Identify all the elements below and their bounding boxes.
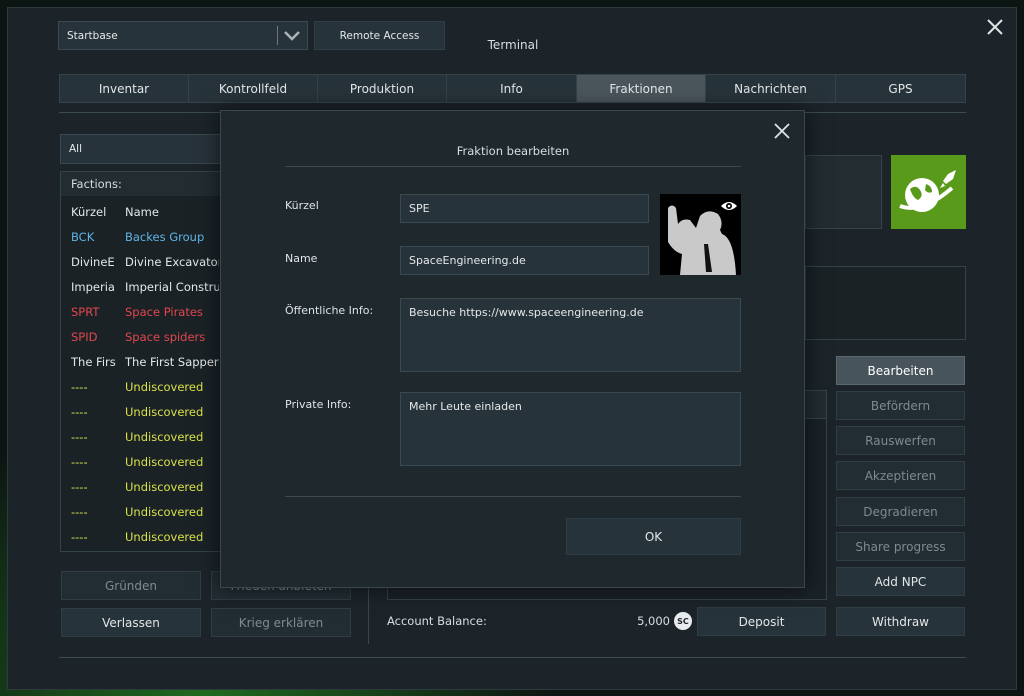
faction-row[interactable]: ---- Undiscovered xyxy=(71,427,219,447)
faction-short: The Firs xyxy=(71,355,116,369)
faction-name: Undiscovered xyxy=(125,480,204,494)
faction-name: Space Pirates xyxy=(125,305,203,319)
tab-produktion[interactable]: Produktion xyxy=(317,74,447,103)
dialog-close-button[interactable] xyxy=(772,121,792,141)
faction-row[interactable]: ---- Undiscovered xyxy=(71,477,219,497)
declare-war-button[interactable]: Krieg erklären xyxy=(211,608,351,637)
faction-short: ---- xyxy=(71,480,88,494)
member-info-box xyxy=(805,266,966,340)
withdraw-button[interactable]: Withdraw xyxy=(836,607,965,636)
faction-filter-value: All xyxy=(69,143,83,155)
ok-button[interactable]: OK xyxy=(566,518,741,555)
faction-name: Undiscovered xyxy=(125,530,204,544)
faction-name: Divine Excavators xyxy=(125,255,219,269)
faction-row[interactable]: DivineE Divine Excavators xyxy=(71,252,219,272)
private-info-textarea[interactable]: Mehr Leute einladen xyxy=(400,392,741,466)
faction-short: ---- xyxy=(71,405,88,419)
column-name: Name xyxy=(125,205,159,219)
faction-short: ---- xyxy=(71,530,88,544)
faction-avatar[interactable] xyxy=(660,194,741,275)
faction-name: Undiscovered xyxy=(125,455,204,469)
tab-kontrollfeld[interactable]: Kontrollfeld xyxy=(188,74,318,103)
faction-short: ---- xyxy=(71,505,88,519)
faction-row[interactable]: Imperia Imperial Construc xyxy=(71,277,219,297)
faction-row[interactable]: ---- Undiscovered xyxy=(71,402,219,422)
faction-name: Backes Group xyxy=(125,230,205,244)
tab-nachrichten[interactable]: Nachrichten xyxy=(705,74,836,103)
name-label: Name xyxy=(285,252,318,265)
add-npc-button[interactable]: Add NPC xyxy=(836,567,965,596)
remote-access-button[interactable]: Remote Access xyxy=(314,21,445,50)
faction-row[interactable]: ---- Undiscovered xyxy=(71,452,219,472)
faction-logo xyxy=(891,155,966,229)
close-icon xyxy=(774,123,790,139)
currency-label: SC xyxy=(677,616,689,626)
public-info-label: Öffentliche Info: xyxy=(285,304,374,317)
promote-button[interactable]: Befördern xyxy=(836,391,965,420)
tab-fraktionen[interactable]: Fraktionen xyxy=(576,74,706,103)
faction-description-box xyxy=(805,155,882,229)
faction-short: ---- xyxy=(71,430,88,444)
close-window-button[interactable] xyxy=(984,16,1006,38)
faction-name: Undiscovered xyxy=(125,430,204,444)
faction-short: ---- xyxy=(71,380,88,394)
column-short: Kürzel xyxy=(71,205,107,219)
chevron-down-icon[interactable] xyxy=(282,27,302,45)
faction-name: Space spiders xyxy=(125,330,206,344)
faction-short: ---- xyxy=(71,455,88,469)
dialog-footer-divider xyxy=(285,496,741,497)
short-name-input[interactable]: SPE xyxy=(400,194,649,223)
planet-rocket-icon xyxy=(898,170,956,212)
faction-short: BCK xyxy=(71,230,95,244)
faction-short: SPID xyxy=(71,330,98,344)
currency-coin-icon: SC xyxy=(674,612,692,630)
base-selector-divider xyxy=(277,26,278,45)
faction-short: DivineE xyxy=(71,255,115,269)
kick-button[interactable]: Rauswerfen xyxy=(836,426,965,455)
share-progress-button[interactable]: Share progress xyxy=(836,532,965,561)
factions-column-header: Kürzel Name xyxy=(71,202,219,222)
faction-row[interactable]: ---- Undiscovered xyxy=(71,377,219,397)
found-faction-button[interactable]: Gründen xyxy=(61,571,201,600)
account-balance-value: 5,000 xyxy=(637,614,670,628)
faction-short: Imperia xyxy=(71,280,115,294)
window-title: Terminal xyxy=(487,38,539,52)
faction-row[interactable]: SPRT Space Pirates xyxy=(71,302,219,322)
tab-info[interactable]: Info xyxy=(446,74,577,103)
dialog-title: Fraktion bearbeiten xyxy=(456,144,570,158)
faction-row[interactable]: ---- Undiscovered xyxy=(71,527,219,547)
dialog-title-divider xyxy=(285,166,741,167)
faction-name: Undiscovered xyxy=(125,380,204,394)
faction-name: The First Sappers xyxy=(125,355,219,369)
faction-name: Undiscovered xyxy=(125,405,204,419)
account-balance-label: Account Balance: xyxy=(387,614,487,628)
short-name-label: Kürzel xyxy=(285,199,319,212)
close-icon xyxy=(987,19,1003,35)
private-info-label: Private Info: xyxy=(285,398,352,411)
faction-row[interactable]: ---- Undiscovered xyxy=(71,502,219,522)
tab-gps[interactable]: GPS xyxy=(835,74,966,103)
bottom-divider xyxy=(59,657,966,658)
faction-short: SPRT xyxy=(71,305,100,319)
edit-faction-button[interactable]: Bearbeiten xyxy=(836,356,965,385)
faction-row[interactable]: BCK Backes Group xyxy=(71,227,219,247)
name-input[interactable]: SpaceEngineering.de xyxy=(400,246,649,275)
faction-row[interactable]: The Firs The First Sappers xyxy=(71,352,219,372)
faction-row[interactable]: SPID Space spiders xyxy=(71,327,219,347)
leave-faction-button[interactable]: Verlassen xyxy=(61,608,201,637)
public-info-textarea[interactable]: Besuche https://www.spaceengineering.de xyxy=(400,298,741,372)
base-selector-value: Startbase xyxy=(67,29,118,42)
faction-name: Undiscovered xyxy=(125,505,204,519)
factions-list-title: Factions: xyxy=(71,177,122,191)
deposit-button[interactable]: Deposit xyxy=(697,607,826,636)
demote-button[interactable]: Degradieren xyxy=(836,497,965,526)
faction-filter[interactable]: All xyxy=(60,134,230,164)
base-selector[interactable]: Startbase xyxy=(58,21,308,50)
tab-inventar[interactable]: Inventar xyxy=(59,74,189,103)
eye-icon[interactable] xyxy=(720,198,738,212)
faction-name: Imperial Construc xyxy=(125,280,219,294)
accept-button[interactable]: Akzeptieren xyxy=(836,461,965,490)
